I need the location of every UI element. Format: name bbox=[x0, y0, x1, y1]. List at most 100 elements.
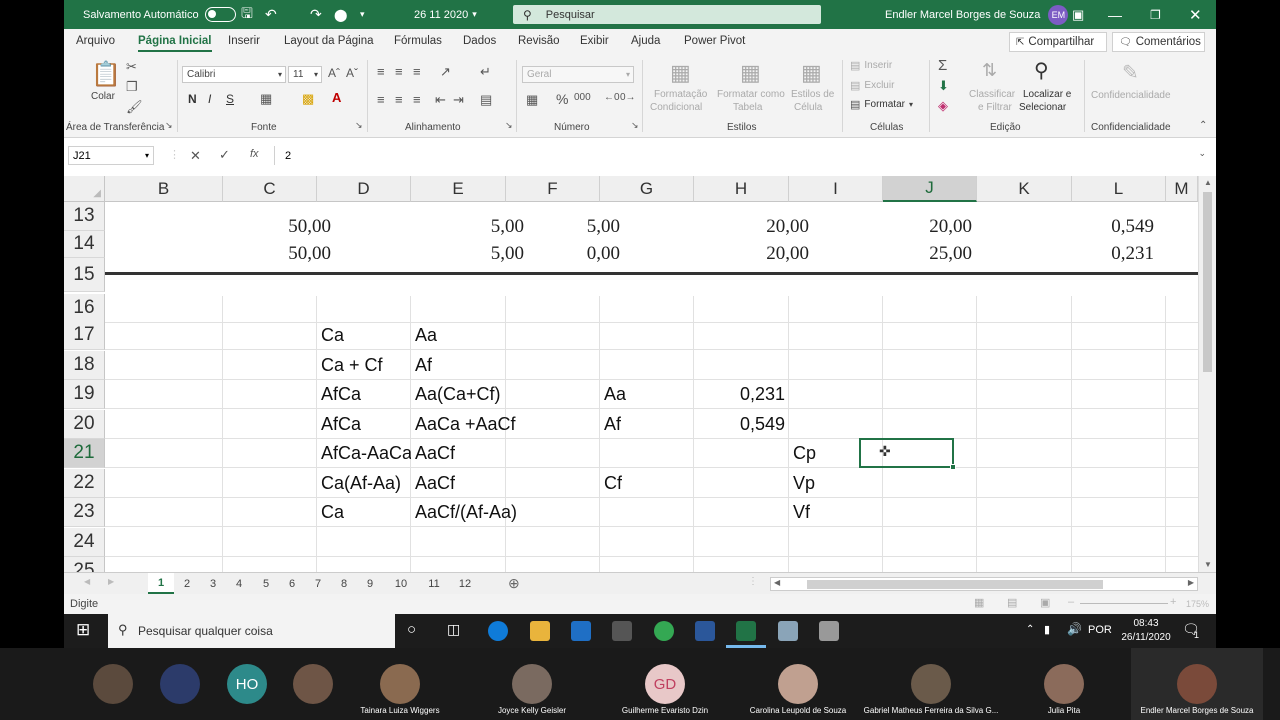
font-color-icon[interactable]: A bbox=[332, 90, 341, 105]
orientation-icon[interactable]: ↗ bbox=[440, 64, 451, 80]
row-header-14[interactable]: 14 bbox=[64, 231, 105, 258]
column-header-j[interactable]: J bbox=[883, 176, 977, 202]
increase-indent-icon[interactable]: ⇥ bbox=[453, 92, 464, 108]
row-header-15[interactable]: 15 bbox=[64, 258, 105, 292]
row-header-24[interactable]: 24 bbox=[64, 528, 105, 557]
sheet-tab-10[interactable]: 10 bbox=[386, 573, 416, 594]
dialog-launcher-icon[interactable]: ↘ bbox=[355, 120, 363, 131]
fill-icon[interactable]: ⬇ bbox=[938, 78, 949, 94]
sheet-tab-4[interactable]: 4 bbox=[226, 573, 252, 594]
active-cell[interactable]: ✜ bbox=[859, 438, 956, 470]
word-icon[interactable] bbox=[695, 621, 715, 641]
tab-arquivo[interactable]: Arquivo bbox=[76, 35, 115, 47]
prev-sheet-icon[interactable]: ◀ bbox=[84, 577, 90, 586]
participant-tile[interactable]: Julia Pita bbox=[998, 648, 1130, 720]
cell-d20[interactable]: AfCa bbox=[321, 410, 361, 439]
formula-input[interactable]: 2 bbox=[274, 146, 1210, 165]
zoom-in-icon[interactable]: + bbox=[1170, 596, 1176, 608]
scroll-left-icon[interactable]: ◀ bbox=[774, 578, 780, 587]
page-layout-icon[interactable]: ▤ bbox=[1007, 596, 1017, 609]
column-header-e[interactable]: E bbox=[411, 176, 506, 202]
next-sheet-icon[interactable]: ▶ bbox=[108, 577, 114, 586]
row-header-18[interactable]: 18 bbox=[64, 351, 105, 380]
column-header-d[interactable]: D bbox=[317, 176, 411, 202]
cut-icon[interactable]: ✂ bbox=[126, 59, 137, 75]
cell-g20[interactable]: Af bbox=[604, 410, 621, 439]
row-header-20[interactable]: 20 bbox=[64, 410, 105, 439]
decrease-decimal-icon[interactable]: 0→ bbox=[620, 92, 636, 103]
volume-icon[interactable]: 🔊 bbox=[1067, 622, 1082, 636]
sheet-tab-2[interactable]: 2 bbox=[174, 573, 200, 594]
taskbar-search[interactable]: ⚲ Pesquisar qualquer coisa bbox=[108, 614, 395, 648]
horizontal-scrollbar[interactable]: ◀ ▶ bbox=[770, 577, 1198, 591]
file-explorer-icon[interactable] bbox=[530, 621, 550, 641]
row-header-25[interactable]: 25 bbox=[64, 557, 105, 572]
redo-icon[interactable]: ↷ bbox=[310, 0, 322, 29]
thousands-icon[interactable]: 000 bbox=[574, 92, 591, 103]
store-icon[interactable] bbox=[612, 621, 632, 641]
row-header-13[interactable]: 13 bbox=[64, 202, 105, 231]
column-header-f[interactable]: F bbox=[506, 176, 600, 202]
tab-pagina-inicial[interactable]: Página Inicial bbox=[138, 35, 212, 52]
sheet-tab-7[interactable]: 7 bbox=[305, 573, 331, 594]
cell-d23[interactable]: Ca bbox=[321, 498, 344, 527]
zoom-slider[interactable] bbox=[1080, 603, 1168, 604]
align-left-icon[interactable]: ≡ bbox=[377, 92, 385, 107]
autosum-icon[interactable]: Σ bbox=[938, 57, 947, 74]
document-title[interactable]: 26 11 2020 ▾ bbox=[414, 0, 477, 29]
vertical-scroll-thumb[interactable] bbox=[1203, 192, 1212, 372]
column-header-l[interactable]: L bbox=[1072, 176, 1166, 202]
borders-icon[interactable]: ▦ bbox=[260, 91, 272, 107]
sheet-tab-12[interactable]: 12 bbox=[450, 573, 480, 594]
row-header-23[interactable]: 23 bbox=[64, 498, 105, 527]
currency-icon[interactable]: ▦ bbox=[526, 92, 538, 108]
increase-decimal-icon[interactable]: ←0 bbox=[604, 92, 620, 103]
save-icon[interactable]: 🖫 bbox=[241, 0, 253, 29]
cell-d17[interactable]: Ca bbox=[321, 321, 344, 350]
shrink-font-icon[interactable]: Aˇ bbox=[346, 66, 358, 80]
autosave-toggle[interactable]: Salvamento Automático bbox=[83, 0, 236, 29]
normal-view-icon[interactable]: ▦ bbox=[974, 596, 984, 609]
share-button[interactable]: ⇱ Compartilhar bbox=[1009, 32, 1107, 52]
sheet-tab-9[interactable]: 9 bbox=[357, 573, 383, 594]
enter-icon[interactable]: ✓ bbox=[219, 147, 230, 163]
sheet-tab-5[interactable]: 5 bbox=[253, 573, 279, 594]
spreadsheet-grid[interactable]: ◢ BCDEFGHIJKLM 13 14 15 16 17 18 19 20 21 22 23 24 2… bbox=[64, 176, 1216, 572]
scroll-up-icon[interactable]: ▲ bbox=[1204, 178, 1212, 187]
row-header-22[interactable]: 22 bbox=[64, 469, 105, 498]
cell-d18[interactable]: Ca + Cf bbox=[321, 351, 383, 380]
cell-i21[interactable]: Cp bbox=[793, 439, 816, 468]
format-painter-icon[interactable]: 🖌 bbox=[126, 99, 143, 115]
cell-d21[interactable]: AfCa-AaCa bbox=[321, 439, 411, 468]
paste-label[interactable]: Colar bbox=[91, 91, 115, 102]
wrap-text-icon[interactable]: ↵ bbox=[480, 64, 491, 80]
tab-exibir[interactable]: Exibir bbox=[580, 35, 609, 47]
title-search-box[interactable]: ⚲ Pesquisar bbox=[513, 5, 821, 24]
cell-d19[interactable]: AfCa bbox=[321, 380, 361, 409]
mail-icon[interactable] bbox=[571, 621, 591, 641]
windows-start-icon[interactable]: ⊞ bbox=[76, 620, 90, 640]
column-header-i[interactable]: I bbox=[789, 176, 883, 202]
pasted-table-image[interactable] bbox=[105, 206, 1198, 276]
scroll-right-icon[interactable]: ▶ bbox=[1188, 578, 1194, 587]
delete-cells-button[interactable]: ▤ Excluir bbox=[850, 79, 894, 92]
app-icon[interactable] bbox=[778, 621, 798, 641]
name-box[interactable]: J21 ▾ bbox=[68, 146, 154, 165]
align-right-icon[interactable]: ≡ bbox=[413, 92, 421, 107]
align-middle-icon[interactable]: ≡ bbox=[395, 64, 403, 79]
cell-e23[interactable]: AaCf/(Af-Aa) bbox=[415, 498, 517, 527]
row-header-19[interactable]: 19 bbox=[64, 380, 105, 409]
align-top-icon[interactable]: ≡ bbox=[377, 64, 385, 79]
expand-formula-icon[interactable]: ⌄ bbox=[1198, 148, 1206, 159]
dialog-launcher-icon[interactable]: ↘ bbox=[631, 120, 639, 131]
column-header-h[interactable]: H bbox=[694, 176, 789, 202]
cell-d22[interactable]: Ca(Af-Aa) bbox=[321, 469, 401, 498]
page-break-icon[interactable]: ▣ bbox=[1040, 596, 1050, 609]
task-view-icon[interactable]: ◫ bbox=[447, 621, 460, 638]
cell-g22[interactable]: Cf bbox=[604, 469, 622, 498]
sheet-tab-3[interactable]: 3 bbox=[200, 573, 226, 594]
cell-e18[interactable]: Af bbox=[415, 351, 432, 380]
cell-e22[interactable]: AaCf bbox=[415, 469, 455, 498]
font-size-select[interactable]: 11 ▾ bbox=[288, 66, 322, 83]
column-header-k[interactable]: K bbox=[977, 176, 1072, 202]
